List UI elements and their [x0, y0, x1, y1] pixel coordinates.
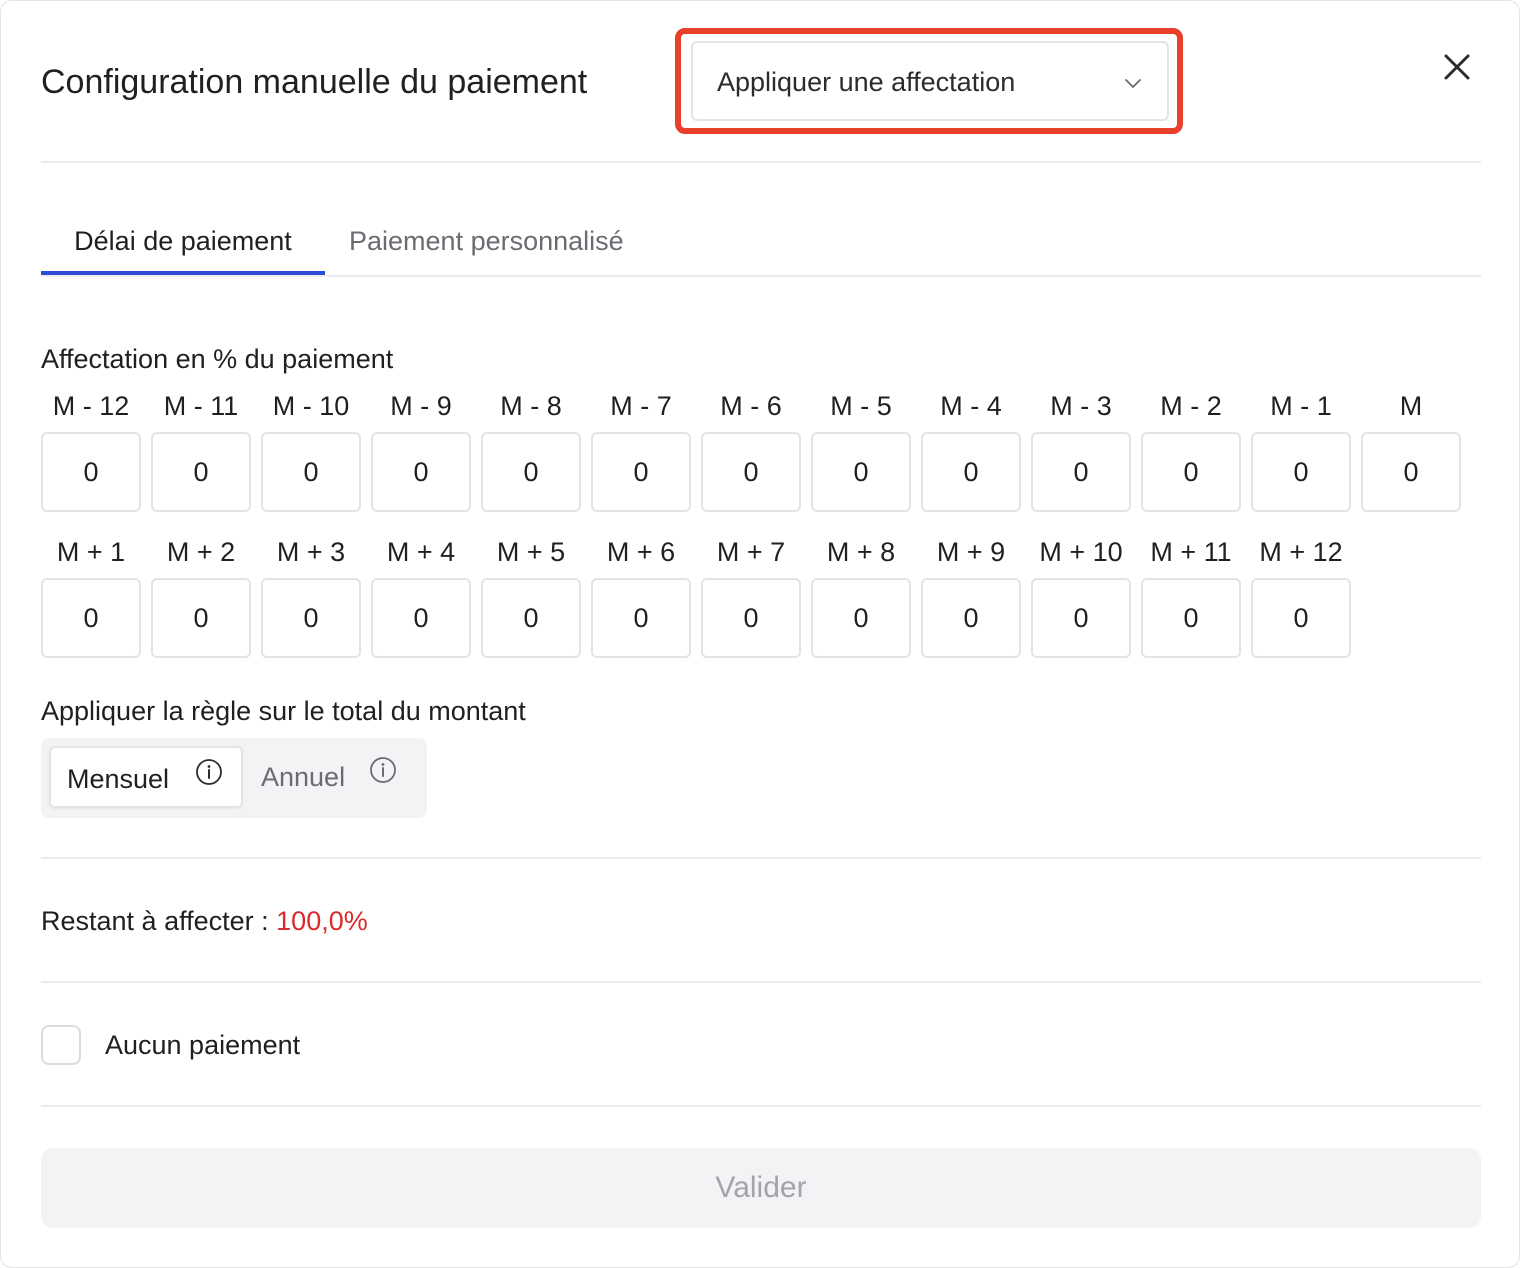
tab-custom-payment[interactable]: Paiement personnalisé [349, 223, 624, 259]
month-percent-input[interactable] [701, 578, 801, 658]
month-percent-input[interactable] [261, 578, 361, 658]
remaining-allocation: Restant à affecter : 100,0% [41, 903, 368, 939]
checkbox-divider [41, 1105, 1481, 1107]
month-label: M + 6 [606, 537, 676, 567]
month-label: M - 2 [1160, 391, 1222, 421]
month-label: M - 7 [610, 391, 672, 421]
rule-label: Appliquer la règle sur le total du monta… [41, 696, 526, 726]
month-percent-input[interactable] [1141, 432, 1241, 512]
month-percent-input[interactable] [371, 432, 471, 512]
info-icon[interactable] [369, 756, 397, 784]
month-percent-input[interactable] [261, 432, 361, 512]
month-percent-input[interactable] [921, 432, 1021, 512]
month-percent-input[interactable] [481, 578, 581, 658]
remaining-label: Restant à affecter : [41, 906, 269, 936]
month-label: M - 1 [1270, 391, 1332, 421]
month-percent-input[interactable] [371, 578, 471, 658]
chevron-down-icon [1125, 79, 1141, 88]
month-percent-input[interactable] [701, 432, 801, 512]
no-payment-label[interactable]: Aucun paiement [105, 1027, 300, 1063]
month-percent-input[interactable] [41, 578, 141, 658]
payment-config-modal: Configuration manuelle du paiement Appli… [0, 0, 1520, 1268]
month-percent-input[interactable] [1361, 432, 1461, 512]
month-percent-input[interactable] [591, 432, 691, 512]
annual-option[interactable]: Annuel [247, 746, 419, 808]
month-label: M - 6 [720, 391, 782, 421]
month-percent-input[interactable] [481, 432, 581, 512]
month-label: M - 4 [940, 391, 1002, 421]
month-label: M - 9 [390, 391, 452, 421]
month-label: M + 4 [386, 537, 456, 567]
month-percent-input[interactable] [811, 432, 911, 512]
annual-option-label: Annuel [261, 762, 346, 792]
month-label: M - 10 [272, 391, 350, 421]
validate-button[interactable]: Valider [41, 1148, 1481, 1228]
month-label: M + 12 [1259, 537, 1343, 567]
month-label: M + 8 [826, 537, 896, 567]
month-percent-input[interactable] [1251, 432, 1351, 512]
month-percent-input[interactable] [591, 578, 691, 658]
month-label: M - 5 [830, 391, 892, 421]
allocation-label: Affectation en % du paiement [41, 344, 394, 374]
allocation-select-placeholder: Appliquer une affectation [717, 67, 1016, 97]
month-label: M - 8 [500, 391, 562, 421]
monthly-option-label: Mensuel [67, 764, 170, 794]
month-label: M + 11 [1150, 537, 1232, 567]
no-payment-checkbox[interactable] [41, 1025, 81, 1065]
month-percent-input[interactable] [1251, 578, 1351, 658]
month-label: M [1399, 391, 1423, 421]
month-percent-input[interactable] [1031, 432, 1131, 512]
month-percent-input[interactable] [41, 432, 141, 512]
tab-payment-delay[interactable]: Délai de paiement [41, 223, 325, 259]
remaining-divider [41, 981, 1481, 983]
month-percent-input[interactable] [151, 578, 251, 658]
month-label: M + 10 [1039, 537, 1123, 567]
month-label: M - 11 [163, 391, 239, 421]
month-label: M + 3 [276, 537, 346, 567]
month-percent-input[interactable] [811, 578, 911, 658]
month-label: M - 3 [1050, 391, 1112, 421]
month-label: M + 7 [716, 537, 786, 567]
remaining-value: 100,0% [276, 906, 368, 936]
month-percent-input[interactable] [1141, 578, 1241, 658]
month-label: M - 12 [52, 391, 130, 421]
month-percent-input[interactable] [1031, 578, 1131, 658]
period-toggle: Mensuel Annuel [41, 738, 427, 818]
modal-title: Configuration manuelle du paiement [41, 63, 588, 101]
tabs-divider [41, 275, 1481, 277]
info-icon[interactable] [195, 758, 223, 786]
month-label: M + 1 [56, 537, 126, 567]
monthly-option[interactable]: Mensuel [49, 746, 243, 808]
header-divider [41, 161, 1481, 163]
month-label: M + 5 [496, 537, 566, 567]
rule-divider [41, 857, 1481, 859]
close-icon[interactable] [1437, 47, 1477, 87]
allocation-select[interactable]: Appliquer une affectation [691, 41, 1169, 121]
month-percent-input[interactable] [151, 432, 251, 512]
month-percent-input[interactable] [921, 578, 1021, 658]
month-label: M + 2 [166, 537, 236, 567]
month-label: M + 9 [936, 537, 1006, 567]
